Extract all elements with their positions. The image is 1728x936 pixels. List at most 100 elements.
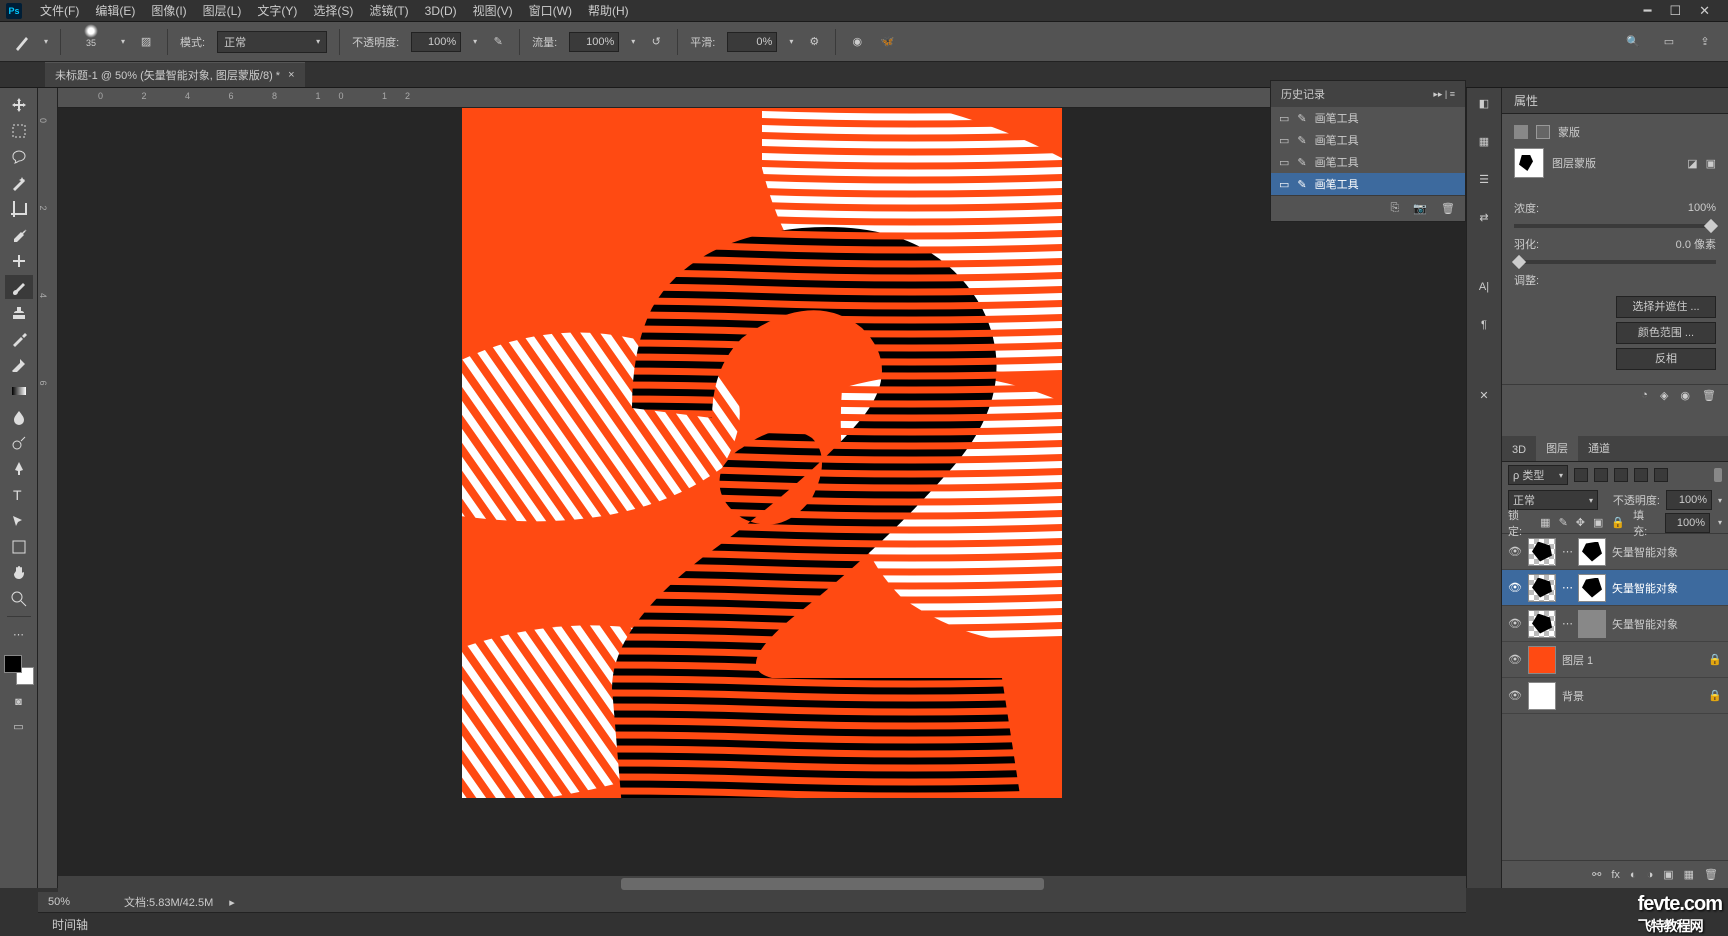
pressure-opacity-icon[interactable]: ✎ [489, 33, 507, 51]
flow-input[interactable]: 100% [569, 32, 619, 52]
path-tool[interactable] [5, 509, 33, 533]
blend-mode-select[interactable]: 正常▾ [217, 31, 327, 53]
wand-tool[interactable] [5, 171, 33, 195]
brush-preset-picker[interactable]: 35 [73, 24, 109, 60]
menu-file[interactable]: 文件(F) [32, 0, 87, 22]
collapse-icon[interactable]: ▸▸ | ≡ [1433, 89, 1455, 100]
vector-mask-icon[interactable] [1536, 125, 1550, 139]
fx-icon[interactable]: fx [1611, 869, 1620, 881]
symmetry-icon[interactable]: 🦋 [878, 33, 896, 51]
apply-mask-icon[interactable]: ▣ [1706, 157, 1716, 170]
mask-link-icon[interactable]: ⋯ [1562, 617, 1572, 630]
menu-edit[interactable]: 编辑(E) [87, 0, 143, 22]
workspace-icon[interactable]: ▭ [1660, 33, 1678, 51]
layer-thumb[interactable] [1528, 646, 1556, 674]
delete-state-icon[interactable]: 🗑 [1441, 202, 1455, 215]
screen-mode-icon[interactable]: ▭ [5, 715, 33, 737]
char-panel-icon[interactable]: A| [1475, 278, 1493, 296]
history-panel-title[interactable]: 历史记录 [1281, 86, 1325, 102]
history-item[interactable]: ▭✎画笔工具 [1271, 129, 1465, 151]
visibility-icon[interactable]: 👁 [1508, 545, 1522, 558]
eraser-tool[interactable] [5, 353, 33, 377]
zoom-tool[interactable] [5, 587, 33, 611]
lock-all-icon[interactable]: 🔒 [1611, 516, 1625, 529]
type-tool[interactable]: T [5, 483, 33, 507]
edit-toolbar-icon[interactable]: ⋯ [5, 622, 33, 646]
delete-mask-icon[interactable]: 🗑 [1702, 389, 1716, 402]
filter-shape-icon[interactable] [1634, 468, 1648, 482]
menu-layer[interactable]: 图层(L) [195, 0, 250, 22]
adjust-panel-icon[interactable]: ☰ [1475, 170, 1493, 188]
pressure-size-icon[interactable]: ◉ [848, 33, 866, 51]
filter-toggle[interactable] [1714, 468, 1722, 482]
brush-preset-arrow[interactable]: ▾ [121, 37, 125, 46]
ruler-vertical[interactable]: 0 2 4 6 [38, 88, 58, 888]
density-slider[interactable] [1514, 224, 1716, 228]
layer-row[interactable]: 👁 背景 🔒 [1502, 678, 1728, 714]
mask-icon[interactable]: ◐ [1630, 869, 1637, 881]
mask-link-icon[interactable]: ⋯ [1562, 581, 1572, 594]
layer-thumb[interactable] [1528, 682, 1556, 710]
close-button[interactable]: ✕ [1699, 3, 1710, 19]
create-doc-icon[interactable]: ⎘ [1391, 202, 1400, 215]
layer-row[interactable]: 👁 ⋯ 矢量智能对象 [1502, 534, 1728, 570]
stamp-tool[interactable] [5, 301, 33, 325]
invert-button[interactable]: 反相 [1616, 348, 1716, 370]
dodge-tool[interactable] [5, 431, 33, 455]
lock-pos-icon[interactable]: ✥ [1576, 516, 1585, 529]
filter-adjust-icon[interactable] [1594, 468, 1608, 482]
delete-layer-icon[interactable]: 🗑 [1704, 868, 1718, 881]
fill-input[interactable]: 100% [1665, 513, 1710, 533]
healing-tool[interactable] [5, 249, 33, 273]
canvas[interactable] [462, 108, 1062, 798]
flow-arrow[interactable]: ▾ [631, 37, 635, 46]
hand-tool[interactable] [5, 561, 33, 585]
document-info[interactable]: 文档:5.83M/42.5M [124, 894, 213, 910]
history-item[interactable]: ▭✎画笔工具 [1271, 151, 1465, 173]
select-and-mask-button[interactable]: 选择并遮住 ... [1616, 296, 1716, 318]
layer-name[interactable]: 矢量智能对象 [1612, 544, 1722, 560]
ruler-horizontal[interactable] [58, 88, 1466, 108]
layer-name[interactable]: 图层 1 [1562, 652, 1702, 668]
color-range-button[interactable]: 颜色范围 ... [1616, 322, 1716, 344]
snapshot-icon[interactable]: 📷 [1413, 202, 1427, 215]
brush-tool[interactable] [5, 275, 33, 299]
new-layer-icon[interactable]: ▦ [1684, 868, 1694, 881]
smooth-options-icon[interactable]: ⚙ [805, 33, 823, 51]
history-brush-tool[interactable] [5, 327, 33, 351]
document-tab[interactable]: 未标题-1 @ 50% (矢量智能对象, 图层蒙版/8) * × [45, 62, 305, 87]
density-value[interactable]: 100% [1688, 202, 1716, 214]
menu-type[interactable]: 文字(Y) [249, 0, 305, 22]
disable-mask-icon[interactable]: ◪ [1687, 157, 1697, 170]
layer-mask-thumb[interactable] [1578, 610, 1606, 638]
marquee-tool[interactable] [5, 119, 33, 143]
layer-filter-select[interactable]: ρ 类型▾ [1508, 465, 1568, 485]
mask-thumbnail[interactable] [1514, 148, 1544, 178]
properties-panel-tab[interactable]: 属性 [1502, 88, 1728, 114]
maximize-button[interactable]: ☐ [1669, 3, 1681, 19]
adjustment-icon[interactable]: ◑ [1647, 869, 1654, 881]
layer-thumb[interactable] [1528, 538, 1556, 566]
menu-3d[interactable]: 3D(D) [417, 1, 465, 21]
history-item[interactable]: ▭✎画笔工具 [1271, 107, 1465, 129]
filter-smart-icon[interactable] [1654, 468, 1668, 482]
history-item[interactable]: ▭✎画笔工具 [1271, 173, 1465, 195]
foreground-color[interactable] [4, 655, 22, 673]
brush-panel-toggle-icon[interactable]: ▨ [137, 33, 155, 51]
layer-name[interactable]: 背景 [1562, 688, 1702, 704]
tool-preset-picker[interactable]: ▾ [44, 37, 48, 46]
layer-opacity-input[interactable]: 100% [1666, 490, 1712, 510]
mask-link-icon[interactable]: ⋯ [1562, 545, 1572, 558]
gradient-tool[interactable] [5, 379, 33, 403]
quick-mask-icon[interactable]: ◙ [5, 691, 33, 713]
zoom-level[interactable]: 50% [48, 896, 108, 908]
tab-3d[interactable]: 3D [1502, 439, 1536, 461]
menu-view[interactable]: 视图(V) [465, 0, 521, 22]
tab-layers[interactable]: 图层 [1536, 435, 1578, 461]
blur-tool[interactable] [5, 405, 33, 429]
lock-trans-icon[interactable]: ▦ [1540, 516, 1550, 529]
layer-row[interactable]: 👁 ⋯ 矢量智能对象 [1502, 570, 1728, 606]
visibility-icon[interactable]: 👁 [1508, 581, 1522, 594]
opacity-input[interactable]: 100% [411, 32, 461, 52]
menu-filter[interactable]: 滤镜(T) [361, 0, 416, 22]
